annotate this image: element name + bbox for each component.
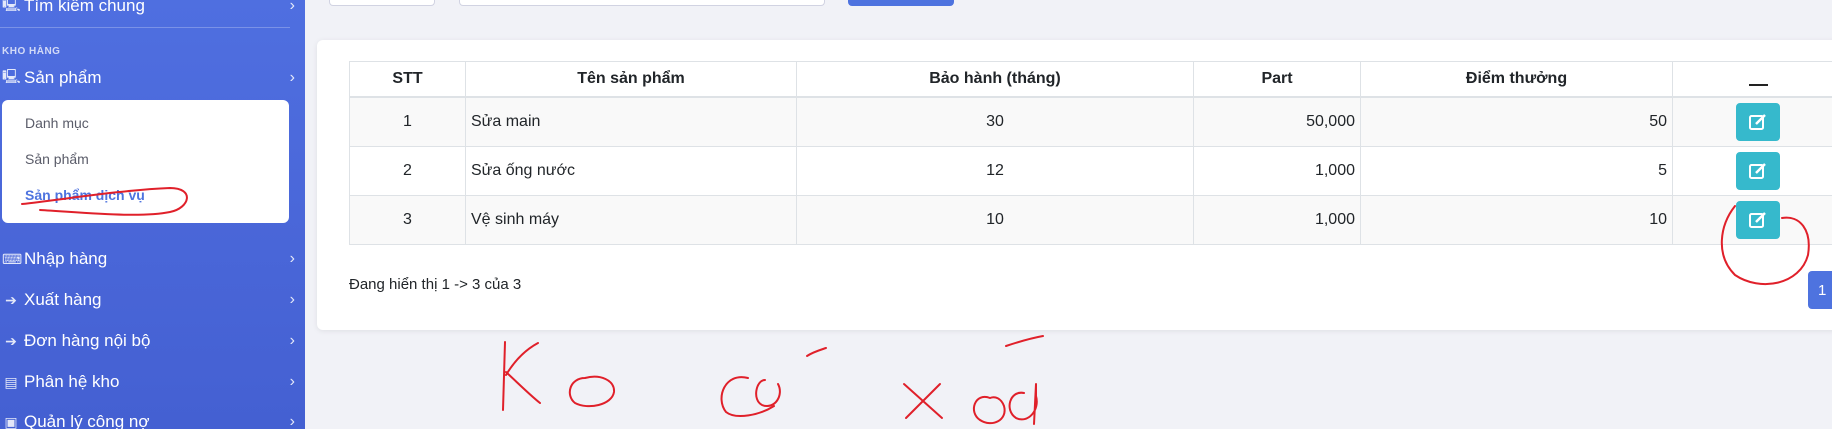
cell-name: Sửa ống nước: [465, 146, 797, 196]
pagination-summary: Đang hiển thị 1 -> 3 của 3: [349, 276, 522, 293]
column-header-warranty[interactable]: Bảo hành (tháng): [796, 61, 1194, 98]
cell-part: 1,000: [1193, 195, 1361, 245]
products-submenu: Danh mục Sản phẩm Sản phẩm dịch vụ: [2, 100, 289, 223]
cell-actions: [1672, 146, 1832, 196]
sidebar-item-internal-orders[interactable]: ➔ Đơn hàng nội bộ ›: [0, 323, 305, 359]
keyboard-icon: ⌨: [2, 250, 23, 267]
sidebar-item-label: Sản phẩm: [24, 68, 102, 87]
sidebar-item-debt[interactable]: ▣ Quản lý công nợ ›: [0, 404, 305, 429]
cell-stt: 2: [349, 146, 466, 196]
table-row: 2 Sửa ống nước 12 1,000 5: [349, 146, 1832, 196]
letter-o2: [755, 379, 781, 407]
sidebar-item-search[interactable]: 🖳 Tìm kiếm chung ›: [0, 0, 305, 24]
cell-actions: [1672, 96, 1832, 147]
sidebar-item-label: Nhập hàng: [24, 249, 108, 268]
laptop-icon: 🖳: [2, 68, 21, 84]
sidebar-item-label: Tìm kiếm chung: [24, 0, 145, 15]
column-header-points[interactable]: Điểm thưởng: [1360, 61, 1673, 98]
cell-warranty: 12: [796, 146, 1194, 196]
sidebar-item-label: Phân hệ kho: [24, 372, 120, 391]
filter-search-input[interactable]: [459, 0, 825, 6]
dash-icon: [1748, 83, 1768, 86]
chevron-right-icon: ›: [289, 373, 295, 390]
chevron-right-icon: ›: [289, 332, 295, 349]
letter-o3: [972, 395, 1006, 425]
cell-points: 5: [1360, 146, 1673, 196]
cell-name: Vệ sinh máy: [465, 195, 797, 245]
accent-mark: [806, 347, 827, 357]
sidebar-item-export[interactable]: ➔ Xuất hàng ›: [0, 282, 305, 318]
arrow-right-icon: ➔: [5, 332, 17, 349]
chevron-right-icon: ›: [289, 69, 295, 86]
letter-k: [502, 341, 541, 411]
edit-icon: [1749, 114, 1766, 130]
sidebar: 🖳 Tìm kiếm chung › KHO HÀNG 🖳 Sản phẩm ›…: [0, 0, 305, 429]
chevron-right-icon: ›: [289, 250, 295, 267]
submenu-item-categories[interactable]: Danh mục: [25, 115, 89, 131]
money-icon: ▣: [4, 413, 18, 429]
column-header-part[interactable]: Part: [1193, 61, 1361, 98]
accent-mark: [1005, 335, 1044, 347]
filter-select[interactable]: [329, 0, 435, 6]
chevron-right-icon: ›: [289, 0, 295, 14]
arrow-right-icon: ➔: [5, 291, 17, 308]
submenu-item-products[interactable]: Sản phẩm: [25, 151, 89, 167]
cell-points: 10: [1360, 195, 1673, 245]
cell-stt: 3: [349, 195, 466, 245]
edit-button[interactable]: [1736, 152, 1780, 190]
table-row: 1 Sửa main 30 50,000 50: [349, 96, 1832, 147]
laptop-icon: 🖳: [2, 0, 21, 12]
sidebar-item-label: Quản lý công nợ: [24, 412, 150, 429]
products-card: STT Tên sản phẩm Bảo hành (tháng) Part Đ…: [317, 40, 1832, 330]
table-header-row: STT Tên sản phẩm Bảo hành (tháng) Part Đ…: [349, 61, 1832, 98]
letter-x: [903, 383, 943, 419]
sidebar-item-import[interactable]: ⌨ Nhập hàng ›: [0, 241, 305, 277]
letter-a: [1008, 383, 1038, 425]
cell-actions: [1672, 195, 1832, 245]
edit-button[interactable]: [1736, 201, 1780, 239]
warehouse-icon: ▤: [4, 373, 18, 390]
sidebar-section-title: KHO HÀNG: [2, 46, 61, 57]
chevron-right-icon: ›: [289, 291, 295, 308]
edit-icon: [1749, 212, 1766, 228]
products-table: STT Tên sản phẩm Bảo hành (tháng) Part Đ…: [349, 61, 1832, 245]
sidebar-item-label: Đơn hàng nội bộ: [24, 331, 151, 350]
cell-part: 50,000: [1193, 96, 1361, 147]
sidebar-item-products[interactable]: 🖳 Sản phẩm ›: [0, 60, 305, 96]
edit-button[interactable]: [1736, 103, 1780, 141]
column-header-stt[interactable]: STT: [349, 61, 466, 98]
column-header-actions: [1672, 61, 1832, 98]
letter-c: [720, 376, 775, 417]
cell-warranty: 10: [796, 195, 1194, 245]
column-header-name[interactable]: Tên sản phẩm: [465, 61, 797, 98]
edit-icon: [1749, 163, 1766, 179]
search-button[interactable]: [848, 0, 954, 6]
chevron-right-icon: ›: [289, 413, 295, 429]
cell-name: Sửa main: [465, 96, 797, 147]
cell-warranty: 30: [796, 96, 1194, 147]
sidebar-item-label: Xuất hàng: [24, 290, 102, 309]
cell-part: 1,000: [1193, 146, 1361, 196]
submenu-item-service-products[interactable]: Sản phẩm dịch vụ: [25, 187, 145, 203]
letter-o: [568, 375, 615, 408]
sidebar-item-warehouse[interactable]: ▤ Phân hệ kho ›: [0, 364, 305, 400]
cell-points: 50: [1360, 96, 1673, 147]
cell-stt: 1: [349, 96, 466, 147]
page-button-current[interactable]: 1: [1808, 271, 1832, 309]
sidebar-divider: [0, 27, 290, 28]
table-row: 3 Vệ sinh máy 10 1,000 10: [349, 195, 1832, 245]
